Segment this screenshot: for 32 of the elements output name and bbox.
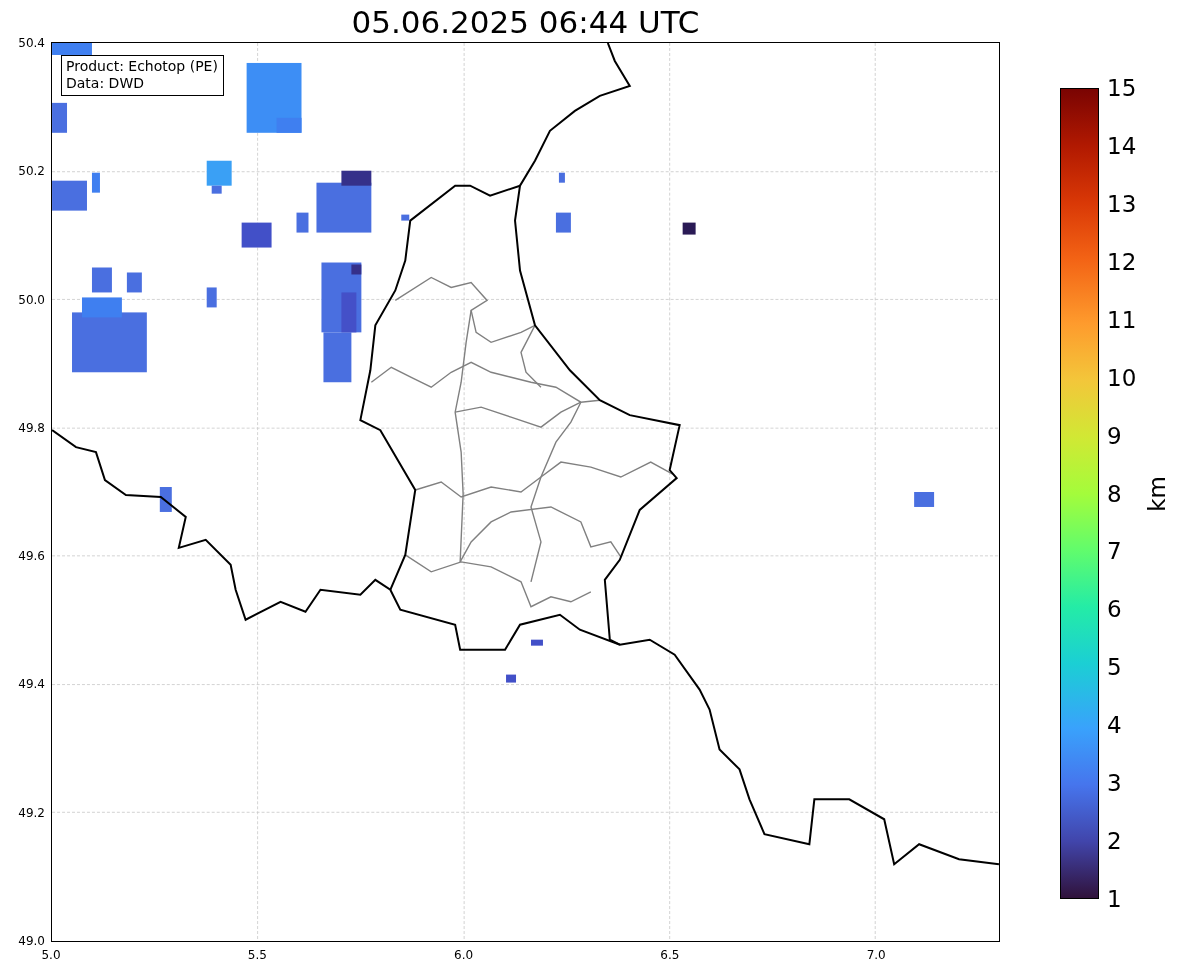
colorbar-label: km (1144, 475, 1170, 512)
chart-title: 05.06.2025 06:44 UTC (350, 3, 701, 42)
colorbar-tick-label: 12 (1107, 248, 1137, 275)
y-tick-label: 49.0 (18, 934, 45, 948)
y-tick-label: 50.0 (18, 292, 45, 307)
x-tick-label: 6.0 (454, 948, 474, 962)
colorbar-tick-label: 1 (1107, 886, 1122, 912)
legend-text: Data: DWD (66, 75, 145, 92)
colorbar-tick-label: 13 (1107, 190, 1137, 217)
x-tick-label: 5.0 (41, 948, 61, 962)
colorbar-tick-label: 4 (1107, 712, 1122, 739)
y-tick-label: 49.4 (18, 677, 45, 692)
x-tick-label: 5.5 (247, 948, 267, 962)
x-tick-label: 6.5 (660, 948, 680, 962)
x-tick-label: 7.0 (866, 948, 886, 962)
legend-text: Product: Echotop (PE) (66, 58, 218, 75)
colorbar-tick-label: 3 (1107, 770, 1122, 797)
colorbar-tick-label: 14 (1107, 132, 1137, 159)
colorbar-tick-label: 8 (1107, 480, 1122, 507)
y-tick-label: 50.4 (18, 36, 45, 50)
colorbar-tick-label: 15 (1107, 75, 1137, 101)
y-tick-label: 49.6 (18, 549, 45, 564)
colorbar-tick-label: 10 (1107, 364, 1137, 391)
y-tick-label: 50.2 (18, 164, 45, 179)
y-tick-label: 49.2 (18, 805, 45, 820)
colorbar-tick-label: 9 (1107, 422, 1122, 449)
colorbar-tick-label: 2 (1107, 828, 1122, 855)
colorbar-tick-label: 7 (1107, 538, 1122, 565)
colorbar-tick-label: 5 (1107, 654, 1122, 681)
colorbar-tick-label: 11 (1107, 306, 1137, 333)
y-tick-label: 49.8 (18, 420, 45, 435)
colorbar-tick-label: 6 (1107, 596, 1122, 623)
